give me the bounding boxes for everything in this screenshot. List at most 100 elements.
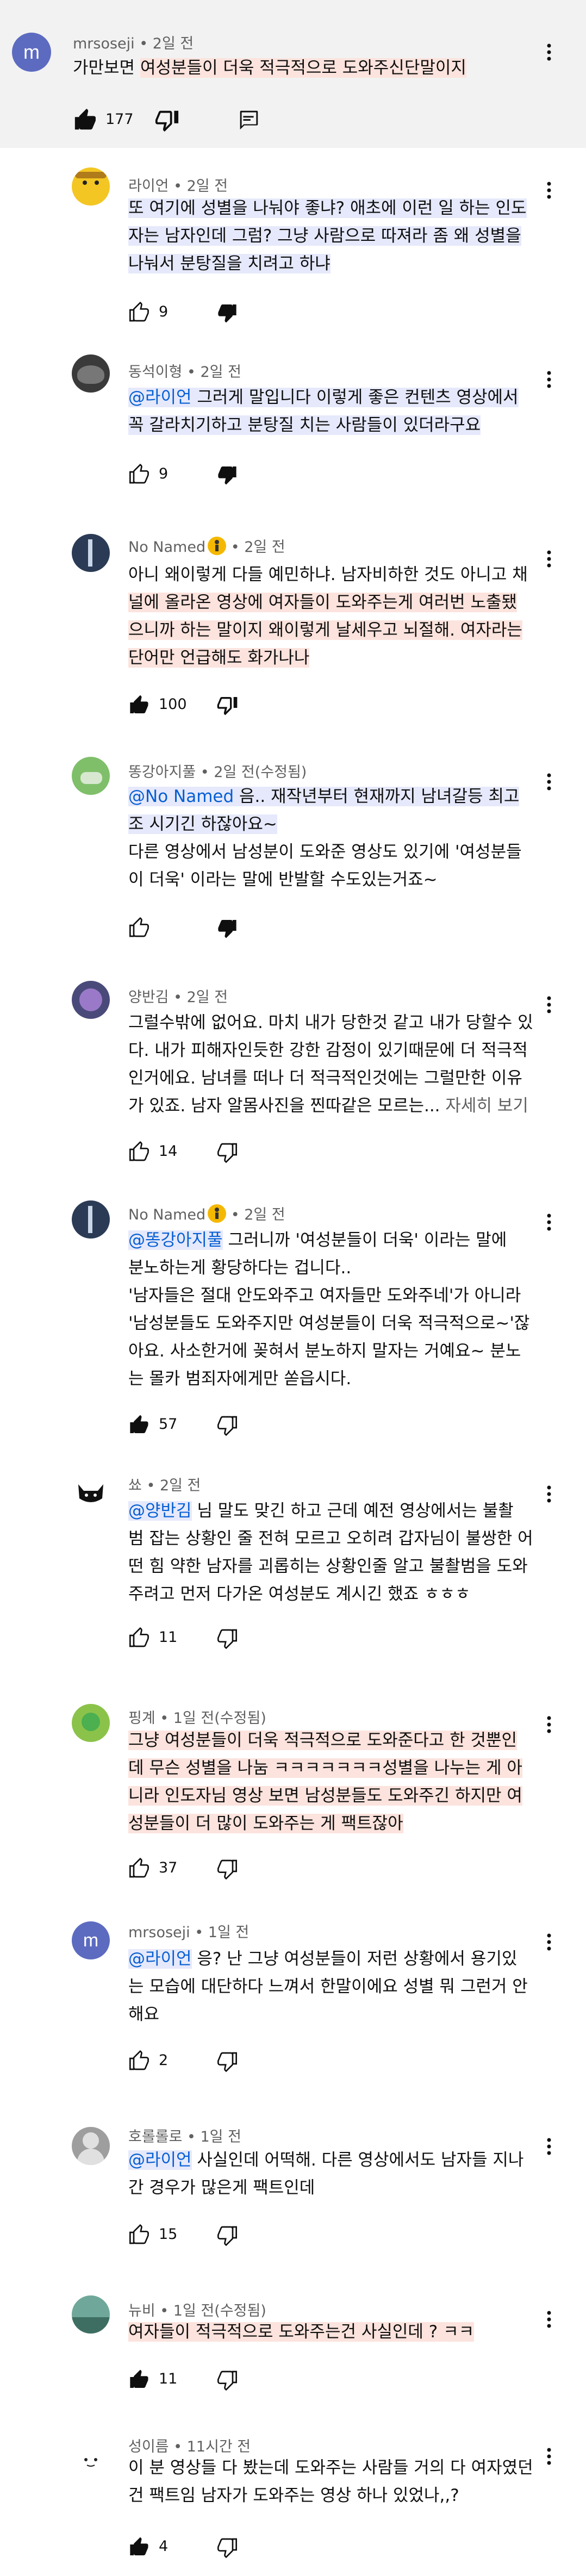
thumb-up-icon[interactable] [128,299,150,326]
more-vert-icon[interactable] [538,548,560,570]
thumb-up-icon[interactable] [128,1855,150,1882]
text-line: 인거에요. 남녀를 떠나 더 적극적인것에는 그럴만한 이유 [128,1068,522,1088]
avatar[interactable] [72,2442,110,2480]
mention-link[interactable]: @똥강아지풀 [128,1230,223,1250]
text-line: 간 경우가 많은게 팩트인데 [128,2178,315,2198]
avatar[interactable] [72,1474,110,1513]
more-vert-icon[interactable] [538,1714,560,1735]
thumb-down-icon[interactable] [216,2222,238,2249]
text-line: 사실인데 어떡해. 다른 영상에서도 남자들 지나 [191,2150,524,2170]
more-vert-icon[interactable] [538,369,560,390]
comment-actions: 4 [128,2534,291,2561]
thumb-up-icon[interactable] [128,2222,150,2249]
thumb-down-icon[interactable] [216,299,238,326]
text-line: 꼭 갈라치기하고 분탕질 치는 사람들이 있더라구요 [128,415,481,435]
author-name[interactable]: 쑈 [128,1477,142,1494]
more-vert-icon[interactable] [538,1483,560,1505]
more-vert-icon[interactable] [538,1211,560,1233]
thumb-up-icon[interactable] [128,2534,150,2561]
mention-link[interactable]: @양반김 [128,1501,192,1521]
avatar[interactable] [72,354,110,393]
more-vert-icon[interactable] [538,2309,560,2330]
mention-link[interactable]: @No Named [128,787,234,806]
thumb-down-icon[interactable] [216,1138,238,1166]
thumb-down-icon[interactable] [216,1411,238,1439]
text-line: 주려고 먼저 다가온 여성분도 계시긴 했죠 ㅎㅎㅎ [128,1584,471,1604]
read-more-link[interactable]: 자세히 보기 [445,1096,528,1116]
author-name[interactable]: No Named [128,1206,205,1223]
comment-text: 아니 왜이렇게 다들 예민하냐. 남자비하한 것도 아니고 채 널에 올라온 영… [128,561,558,672]
reply-comment: 핑계 • 1일 전(수정됨) 그냥 여성분들이 더욱 적극적으로 도와준다고 한… [0,1670,586,1888]
mention-link[interactable]: @라이언 [128,388,192,407]
avatar[interactable] [72,1200,110,1239]
author-name[interactable]: mrsoseji [128,1924,190,1941]
thumb-up-icon[interactable] [128,461,150,488]
avatar[interactable]: m [12,33,51,72]
avatar[interactable] [72,2127,110,2165]
more-vert-icon[interactable] [538,2446,560,2467]
thumb-up-icon[interactable] [128,1625,150,1652]
reply-comment: No Named • 2일 전 아니 왜이렇게 다들 예민하냐. 남자비하한 것… [0,518,586,741]
comment-time: • 2일 전(수정됨) [200,764,307,781]
author-name[interactable]: 똥강아지풀 [128,764,196,781]
comment-actions: 37 [128,1855,291,1882]
text-line: '남성분들도 도와주지만 여성분들이 더욱 적극적으로~'잖 [128,1314,530,1333]
comment-actions: 9 [128,299,291,326]
thumb-down-icon[interactable] [216,2048,238,2075]
more-vert-icon[interactable] [538,994,560,1016]
comment-meta: 똥강아지풀 • 2일 전(수정됨) [128,760,307,781]
text-line: 가 있죠. 남자 알몸사진을 찐따같은 모르는... [128,1096,446,1116]
thumb-up-icon[interactable] [73,107,98,134]
thumb-down-icon[interactable] [216,1625,238,1652]
text-plain: 가만보면 [73,58,140,78]
thumb-down-icon[interactable] [216,2366,238,2393]
mention-link[interactable]: @라이언 [128,1949,192,1969]
avatar[interactable] [72,981,110,1019]
mention-link[interactable]: @라이언 [128,2150,192,2170]
author-name[interactable]: 양반김 [128,989,169,1006]
avatar[interactable]: m [72,1921,110,1959]
reply-comment: m mrsoseji • 1일 전 @라이언 응? 난 그냥 여성분들이 저런 … [0,1888,586,2105]
comment-actions: 15 [128,2222,291,2249]
thumb-down-icon[interactable] [216,461,238,488]
more-vert-icon[interactable] [538,1931,560,1953]
thumb-up-icon[interactable] [128,1138,150,1166]
author-name[interactable]: 성이름 [128,2438,169,2455]
thumb-down-icon[interactable] [216,2534,238,2561]
comment-time: • 2일 전 [186,364,241,381]
thumb-up-icon[interactable] [128,2366,150,2393]
avatar[interactable] [72,167,110,206]
avatar[interactable] [72,757,110,795]
author-name[interactable]: 뉴비 [128,2303,155,2319]
avatar[interactable] [72,1704,110,1742]
reply-icon[interactable] [236,107,261,134]
thumb-down-icon[interactable] [216,692,238,719]
comment-meta: 양반김 • 2일 전 [128,985,228,1006]
text-line: 그러니까 '여성분들이 더욱' 이라는 말에 [222,1230,507,1250]
author-name[interactable]: 호롤롤로 [128,2129,182,2145]
more-vert-icon[interactable] [538,771,560,793]
thumb-down-icon[interactable] [216,914,238,942]
reply-comment: 호롤롤로 • 1일 전 @라이언 사실인데 어떡해. 다른 영상에서도 남자들 … [0,2105,586,2279]
avatar[interactable] [72,2295,110,2334]
reply-comment: 쑈 • 2일 전 @양반김 님 말도 맞긴 하고 근데 예전 영상에서는 불촬 … [0,1453,586,1670]
more-vert-icon[interactable] [538,41,560,63]
thumb-up-icon[interactable] [128,914,150,942]
comment-time: • 1일 전(수정됨) [160,1710,266,1727]
thumb-up-icon[interactable] [128,1411,150,1439]
author-name[interactable]: 핑계 [128,1710,155,1727]
author-name[interactable]: No Named [128,539,205,556]
author-name[interactable]: 라이언 [128,178,169,195]
thumb-down-icon[interactable] [216,1855,238,1882]
thumb-down-icon[interactable] [154,107,179,134]
thumb-up-icon[interactable] [128,2048,150,2075]
text-line: 분노하는게 황당하다는 겁니다.. [128,1258,352,1278]
comment-text: @똥강아지풀 그러니까 '여성분들이 더욱' 이라는 말에 분노하는게 황당하다… [128,1227,558,1393]
more-vert-icon[interactable] [538,179,560,201]
author-name[interactable]: mrsoseji [73,35,135,52]
author-name[interactable]: 동석이형 [128,364,182,381]
more-vert-icon[interactable] [538,2136,560,2157]
thumb-up-icon[interactable] [128,692,150,719]
avatar[interactable] [72,534,110,572]
comment-meta: 뉴비 • 1일 전(수정됨) [128,2299,266,2320]
